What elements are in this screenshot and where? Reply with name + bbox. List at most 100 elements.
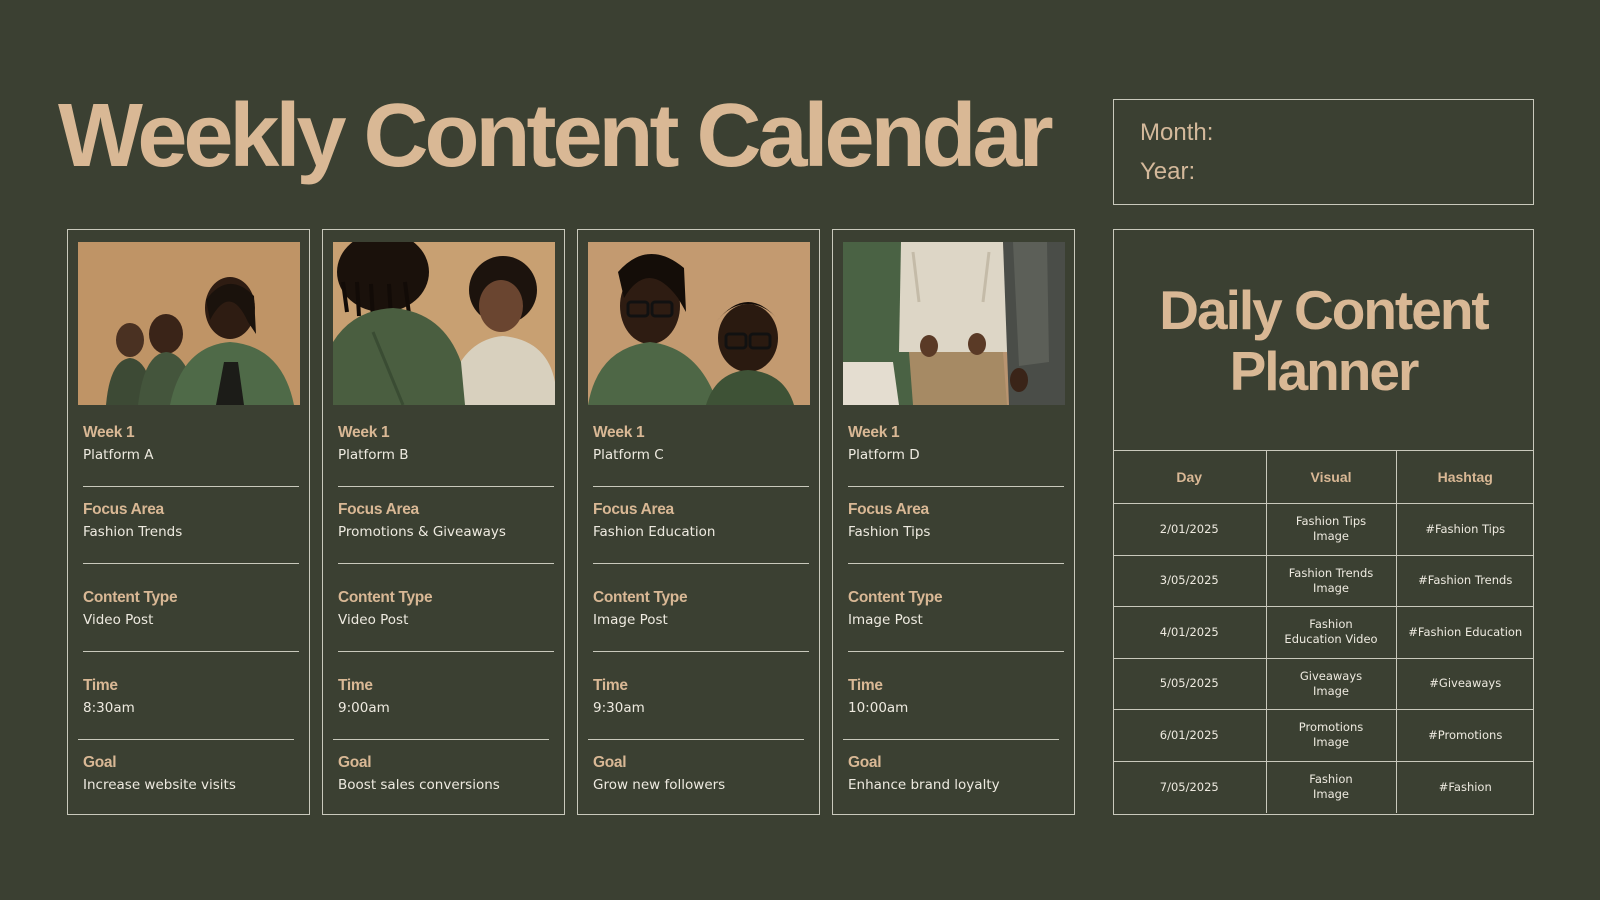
goal-label: Goal bbox=[83, 754, 117, 771]
year-label: Year: bbox=[1140, 158, 1196, 185]
calendar-card-4: Week 1 Platform D Focus Area Fashion Tip… bbox=[832, 229, 1075, 815]
time-field: Time 8:30am bbox=[83, 675, 299, 719]
week-field: Week 1 Platform B bbox=[338, 422, 554, 466]
header-visual: Visual bbox=[1265, 450, 1397, 504]
table-header-row: Day Visual Hashtag bbox=[1113, 450, 1534, 504]
divider bbox=[338, 651, 554, 652]
platform-value: Platform C bbox=[593, 447, 664, 463]
calendar-card-1: Week 1 Platform A Focus Area Fashion Tre… bbox=[67, 229, 310, 815]
divider bbox=[83, 651, 299, 652]
time-label: Time bbox=[83, 677, 118, 694]
divider bbox=[83, 486, 299, 487]
visual-line-1: Fashion Trends bbox=[1288, 565, 1374, 580]
planner-title-line-1: Daily Content bbox=[1159, 279, 1489, 341]
content-type-value: Video Post bbox=[83, 612, 154, 628]
cell-hashtag: #Promotions bbox=[1395, 709, 1534, 762]
visual-line-2: Education Video bbox=[1284, 632, 1378, 647]
visual-line-1: Giveaways bbox=[1299, 668, 1363, 683]
visual-line-2: Image bbox=[1312, 529, 1350, 544]
cell-day: 3/05/2025 bbox=[1113, 554, 1267, 607]
content-type-field: Content Type Image Post bbox=[593, 587, 809, 631]
time-value: 9:30am bbox=[593, 700, 645, 716]
cell-day: 4/01/2025 bbox=[1113, 606, 1267, 659]
visual-line-2: Image bbox=[1312, 683, 1350, 698]
goal-value: Increase website visits bbox=[83, 777, 236, 793]
time-field: Time 9:00am bbox=[338, 675, 554, 719]
divider bbox=[83, 563, 299, 564]
divider bbox=[848, 486, 1064, 487]
cell-hashtag: #Fashion bbox=[1395, 760, 1534, 813]
header-hashtag: Hashtag bbox=[1395, 450, 1534, 504]
cell-day: 6/01/2025 bbox=[1113, 709, 1267, 762]
cell-visual: Giveaways Image bbox=[1265, 657, 1397, 710]
content-type-field: Content Type Image Post bbox=[848, 587, 1064, 631]
content-type-field: Content Type Video Post bbox=[338, 587, 554, 631]
cell-visual: Fashion Image bbox=[1265, 760, 1397, 813]
table-row: 2/01/2025 Fashion Tips Image #Fashion Tip… bbox=[1113, 503, 1534, 556]
table-row: 3/05/2025 Fashion Trends Image #Fashion T… bbox=[1113, 554, 1534, 607]
photo-models-icon bbox=[78, 242, 300, 405]
photo-models-icon bbox=[843, 242, 1065, 405]
visual-line-1: Fashion bbox=[1309, 617, 1353, 632]
cell-visual: Fashion Trends Image bbox=[1265, 554, 1397, 607]
goal-value: Boost sales conversions bbox=[338, 777, 500, 793]
visual-line-1: Fashion Tips bbox=[1295, 514, 1367, 529]
week-field: Week 1 Platform C bbox=[593, 422, 809, 466]
content-type-value: Image Post bbox=[593, 612, 668, 628]
focus-value: Fashion Tips bbox=[848, 524, 931, 540]
time-label: Time bbox=[593, 677, 628, 694]
page: Weekly Content Calendar Month: Year: Wee… bbox=[0, 0, 1600, 900]
platform-value: Platform D bbox=[848, 447, 920, 463]
photo-models-icon bbox=[588, 242, 810, 405]
goal-value: Grow new followers bbox=[593, 777, 726, 793]
platform-value: Platform A bbox=[83, 447, 154, 463]
divider bbox=[593, 651, 809, 652]
focus-label: Focus Area bbox=[593, 501, 674, 518]
table-row: 6/01/2025 Promotions Image #Promotions bbox=[1113, 709, 1534, 762]
cell-visual: Fashion Tips Image bbox=[1265, 503, 1397, 556]
cell-hashtag: #Fashion Tips bbox=[1395, 503, 1534, 556]
calendar-card-2: Week 1 Platform B Focus Area Promotions … bbox=[322, 229, 565, 815]
divider bbox=[333, 739, 549, 740]
divider bbox=[848, 651, 1064, 652]
divider bbox=[78, 739, 294, 740]
week-label: Week 1 bbox=[848, 424, 900, 441]
planner-title: Daily Content Planner bbox=[1114, 280, 1533, 402]
focus-value: Promotions & Giveaways bbox=[338, 524, 506, 540]
content-type-field: Content Type Video Post bbox=[83, 587, 299, 631]
platform-value: Platform B bbox=[338, 447, 409, 463]
divider bbox=[593, 486, 809, 487]
calendar-card-3: Week 1 Platform C Focus Area Fashion Edu… bbox=[577, 229, 820, 815]
week-label: Week 1 bbox=[83, 424, 135, 441]
content-type-label: Content Type bbox=[593, 589, 688, 606]
card-photo bbox=[588, 242, 810, 405]
content-type-label: Content Type bbox=[848, 589, 943, 606]
focus-label: Focus Area bbox=[338, 501, 419, 518]
table-row: 4/01/2025 Fashion Education Video #Fashio… bbox=[1113, 606, 1534, 659]
visual-line-2: Image bbox=[1312, 735, 1350, 750]
planner-title-line-2: Planner bbox=[1229, 340, 1420, 402]
focus-field: Focus Area Fashion Tips bbox=[848, 499, 1064, 543]
divider bbox=[338, 486, 554, 487]
card-photo bbox=[843, 242, 1065, 405]
time-field: Time 9:30am bbox=[593, 675, 809, 719]
cell-hashtag: #Fashion Education bbox=[1395, 606, 1534, 659]
visual-line-1: Promotions bbox=[1298, 720, 1364, 735]
time-label: Time bbox=[848, 677, 883, 694]
photo-models-icon bbox=[333, 242, 555, 405]
goal-field: Goal Boost sales conversions bbox=[338, 752, 554, 796]
goal-value: Enhance brand loyalty bbox=[848, 777, 1000, 793]
week-field: Week 1 Platform A bbox=[83, 422, 299, 466]
cell-day: 2/01/2025 bbox=[1113, 503, 1267, 556]
goal-label: Goal bbox=[338, 754, 372, 771]
week-label: Week 1 bbox=[593, 424, 645, 441]
cell-hashtag: #Giveaways bbox=[1395, 657, 1534, 710]
table-row: 5/05/2025 Giveaways Image #Giveaways bbox=[1113, 657, 1534, 710]
cell-visual: Promotions Image bbox=[1265, 709, 1397, 762]
time-field: Time 10:00am bbox=[848, 675, 1064, 719]
month-label: Month: bbox=[1140, 119, 1214, 146]
page-title: Weekly Content Calendar bbox=[58, 86, 1054, 186]
focus-label: Focus Area bbox=[848, 501, 929, 518]
cell-hashtag: #Fashion Trends bbox=[1395, 554, 1534, 607]
time-value: 9:00am bbox=[338, 700, 390, 716]
